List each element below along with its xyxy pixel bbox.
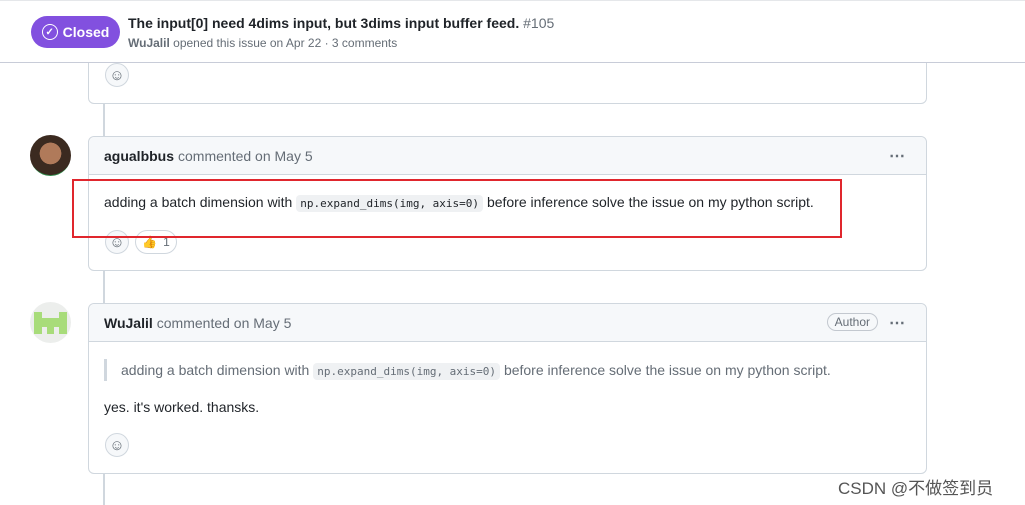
- author-badge: Author: [826, 313, 878, 331]
- more-options-icon[interactable]: ⋯: [889, 313, 906, 333]
- blockquote: adding a batch dimension with np.expand_…: [104, 359, 831, 381]
- issue-title-text: The input[0] need 4dims input, but 3dims…: [128, 15, 520, 31]
- add-reaction-smiley-icon[interactable]: ☺: [105, 433, 129, 457]
- add-reaction-smiley-icon[interactable]: ☺: [105, 63, 129, 87]
- comment-timestamp[interactable]: commented on May 5: [157, 315, 292, 331]
- avatar-wujalil[interactable]: [30, 302, 71, 343]
- quote-text: before inference solve the issue on my p…: [503, 362, 831, 378]
- comment-wujalil: WuJalil commented on May 5 Author ⋯ addin…: [88, 303, 927, 474]
- more-options-icon[interactable]: ⋯: [889, 146, 906, 166]
- issue-title: The input[0] need 4dims input, but 3dims…: [128, 15, 554, 31]
- issue-meta: WuJalil opened this issue on Apr 22 · 3 …: [128, 36, 397, 50]
- issue-author-link[interactable]: WuJalil: [128, 36, 170, 50]
- highlight-box: [72, 179, 842, 238]
- comment-body: yes. it's worked. thansks.: [104, 399, 260, 415]
- comment-header: WuJalil commented on May 5: [89, 304, 926, 342]
- status-label: Closed: [62, 24, 110, 40]
- check-circle-icon: ✓: [41, 24, 58, 40]
- comment-timestamp[interactable]: commented on May 5: [178, 148, 313, 164]
- quote-text: adding a batch dimension with: [121, 362, 310, 378]
- comment-author-link[interactable]: WuJalil: [104, 315, 153, 331]
- status-badge: ✓ Closed: [31, 16, 120, 48]
- watermark: CSDN @不做签到员: [838, 479, 994, 498]
- comment-header: agualbbus commented on May 5: [89, 137, 926, 175]
- inline-code: np.expand_dims(img, axis=0): [313, 363, 501, 380]
- issue-meta-text: opened this issue on Apr 22 · 3 comments: [173, 36, 398, 50]
- issue-header: ✓ Closed The input[0] need 4dims input, …: [0, 0, 1025, 63]
- issue-number: #105: [523, 15, 555, 31]
- comment-author-link[interactable]: agualbbus: [104, 148, 174, 164]
- avatar-agualbbus[interactable]: [30, 135, 71, 176]
